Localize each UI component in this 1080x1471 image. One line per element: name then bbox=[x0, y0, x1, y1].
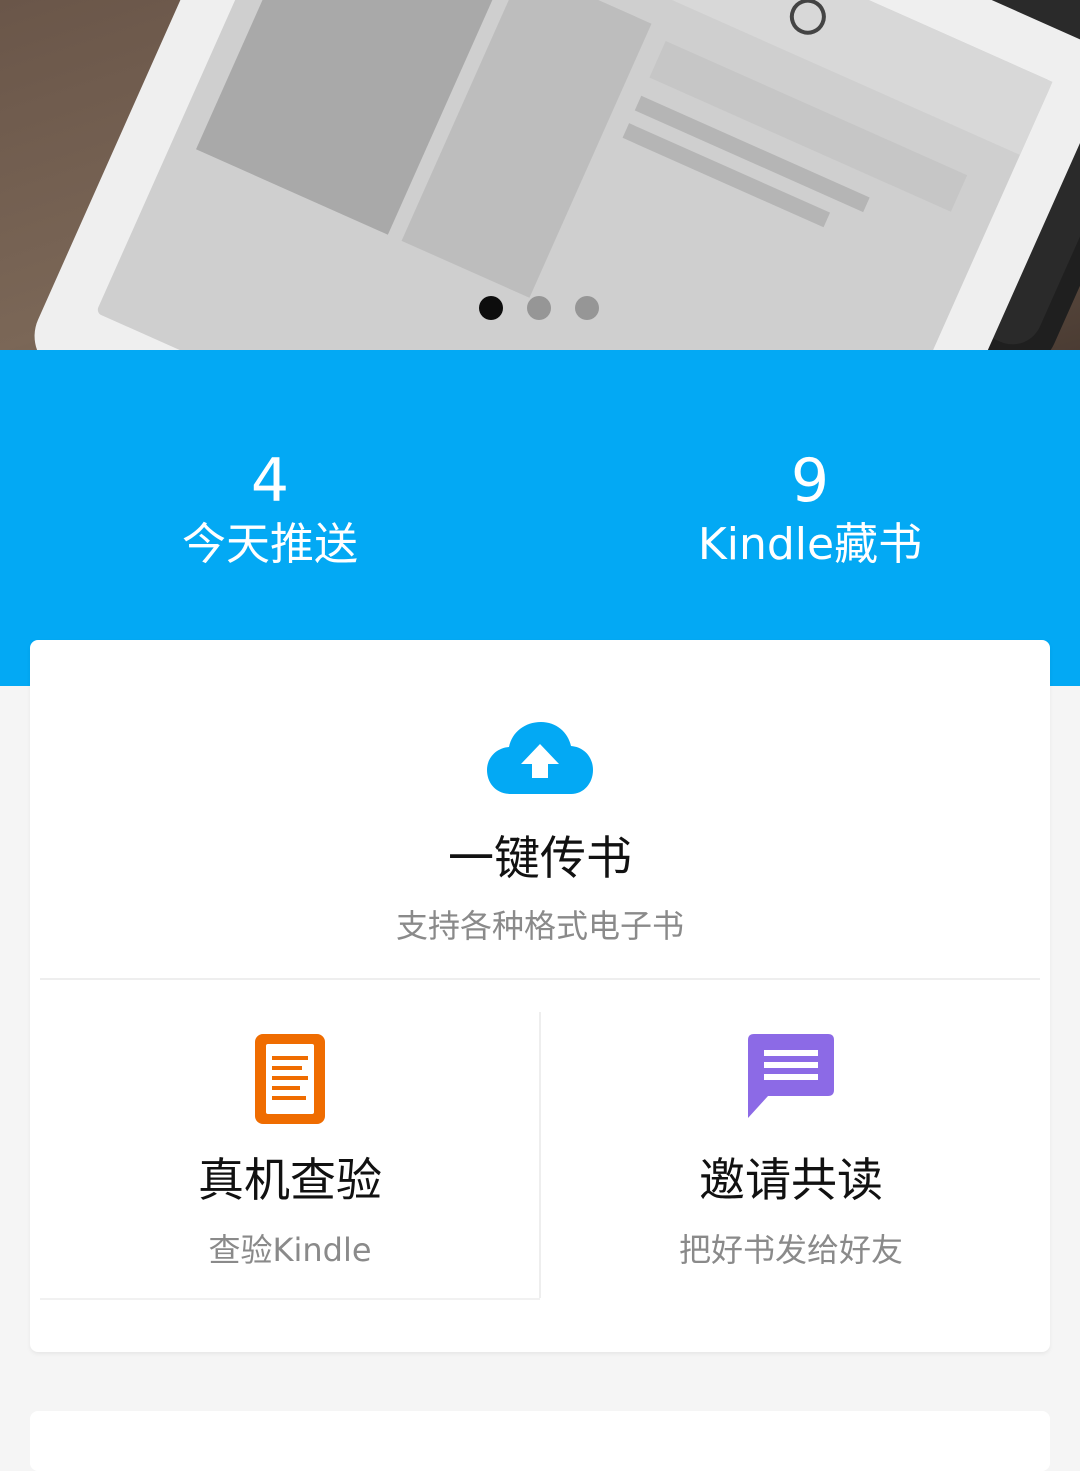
next-card bbox=[30, 1411, 1050, 1471]
device-verify-subtitle: 查验Kindle bbox=[208, 1231, 372, 1269]
actions-card: 一键传书 支持各种格式电子书 真机查验 查验Kindle 邀请共读 把好书发给好… bbox=[30, 640, 1050, 1352]
carousel-dot-3[interactable] bbox=[575, 296, 599, 320]
invite-read-subtitle: 把好书发给好友 bbox=[678, 1231, 903, 1269]
carousel-dot-2[interactable] bbox=[527, 296, 551, 320]
carousel-dot-1[interactable] bbox=[479, 296, 503, 320]
upload-title: 一键传书 bbox=[448, 831, 632, 885]
today-push-count: 4 bbox=[250, 446, 290, 516]
today-push-stat[interactable]: 4 今天推送 bbox=[70, 445, 470, 573]
device-verify-title: 真机查验 bbox=[198, 1153, 382, 1207]
document-icon bbox=[255, 1034, 325, 1124]
banner-carousel[interactable] bbox=[0, 0, 1080, 350]
kindle-books-label: Kindle藏书 bbox=[697, 519, 923, 570]
upload-book-button[interactable]: 一键传书 支持各种格式电子书 bbox=[30, 640, 1050, 978]
divider bbox=[40, 1298, 540, 1300]
stats-bar: 4 今天推送 9 Kindle藏书 bbox=[0, 350, 1080, 686]
kindle-books-count: 9 bbox=[790, 446, 830, 516]
kindle-books-stat[interactable]: 9 Kindle藏书 bbox=[610, 445, 1010, 573]
carousel-indicator bbox=[479, 296, 599, 320]
today-push-label: 今天推送 bbox=[182, 519, 358, 570]
chat-bubble-icon bbox=[748, 1034, 834, 1118]
upload-subtitle: 支持各种格式电子书 bbox=[395, 907, 684, 945]
invite-read-title: 邀请共读 bbox=[699, 1153, 883, 1207]
divider bbox=[40, 978, 1040, 980]
cloud-upload-icon bbox=[487, 722, 593, 794]
device-verify-button[interactable]: 真机查验 查验Kindle bbox=[40, 1012, 540, 1298]
invite-read-button[interactable]: 邀请共读 把好书发给好友 bbox=[541, 1012, 1041, 1298]
